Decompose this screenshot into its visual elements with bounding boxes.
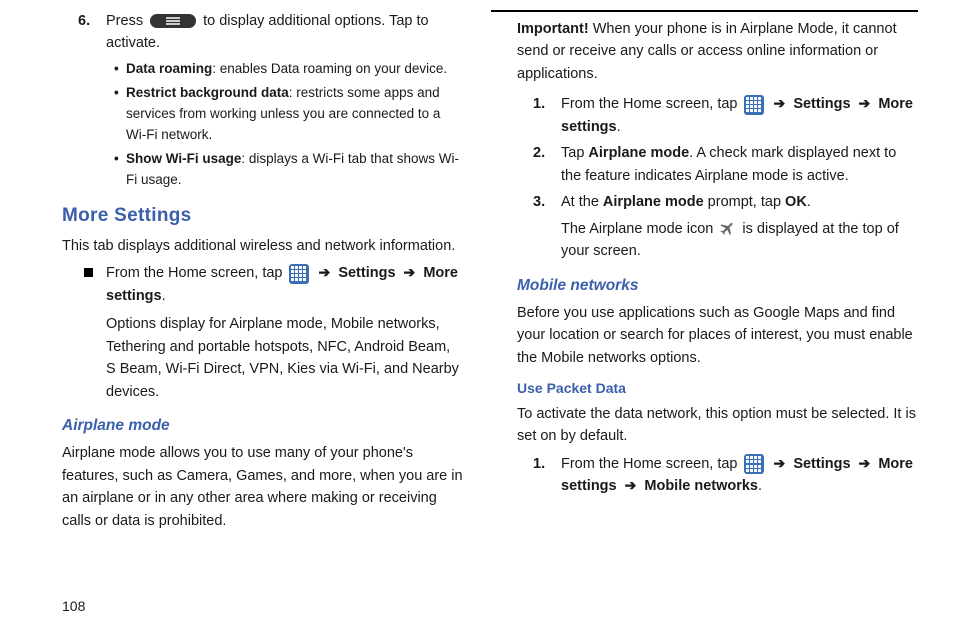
- settings-label: Settings: [793, 96, 850, 112]
- bullet-text: : enables Data roaming on your device.: [212, 61, 447, 76]
- mobile-networks-label: Mobile networks: [644, 478, 758, 494]
- apps-icon: [744, 454, 764, 474]
- end-text: .: [807, 194, 811, 210]
- more-settings-intro: This tab displays additional wireless an…: [36, 235, 463, 257]
- bullet-wifi-usage: Show Wi-Fi usage: displays a Wi-Fi tab t…: [36, 149, 463, 191]
- ok-label: OK: [785, 194, 807, 210]
- bullet-bold: Restrict background data: [126, 85, 289, 100]
- text-pre: From the Home screen, tap: [561, 456, 742, 472]
- packet-para: To activate the data network, this optio…: [491, 403, 918, 448]
- step-6: 6. Press to display additional options. …: [36, 10, 463, 55]
- step-number: 6.: [78, 10, 90, 32]
- important-label: Important!: [517, 21, 589, 37]
- airplane-mode-label: Airplane mode: [603, 194, 704, 210]
- menu-icon: [150, 14, 196, 28]
- airplane-mode-label: Airplane mode: [588, 145, 689, 161]
- more-settings-step: From the Home screen, tap ➔ Settings ➔ M…: [36, 262, 463, 307]
- arrow-icon: ➔: [774, 453, 786, 475]
- right-step-2: 2. Tap Airplane mode. A check mark displ…: [491, 142, 918, 187]
- bullet-restrict-bg: Restrict background data: restricts some…: [36, 83, 463, 146]
- step-number: 1.: [533, 93, 545, 115]
- settings-label: Settings: [793, 456, 850, 472]
- at-text: At the: [561, 194, 603, 210]
- settings-label: Settings: [338, 265, 395, 281]
- step-number: 2.: [533, 142, 545, 164]
- tap-text: Tap: [561, 145, 588, 161]
- apps-icon: [744, 95, 764, 115]
- apps-icon: [289, 264, 309, 284]
- bullet-bold: Data roaming: [126, 61, 212, 76]
- right-step-3: 3. At the Airplane mode prompt, tap OK.: [491, 191, 918, 213]
- step-number: 3.: [533, 191, 545, 213]
- packet-step-1: 1. From the Home screen, tap ➔ Settings …: [491, 453, 918, 498]
- airplane-icon: [719, 220, 736, 237]
- arrow-icon: ➔: [859, 453, 871, 475]
- bullet-data-roaming: Data roaming: enables Data roaming on yo…: [36, 59, 463, 80]
- heading-more-settings: More Settings: [36, 201, 463, 230]
- arrow-icon: ➔: [625, 475, 637, 497]
- text-pre: The Airplane mode icon: [561, 221, 717, 237]
- right-column: Important! When your phone is in Airplan…: [491, 10, 918, 618]
- arrow-icon: ➔: [774, 93, 786, 115]
- text-pre: From the Home screen, tap: [106, 265, 287, 281]
- options-text: Options display for Airplane mode, Mobil…: [36, 313, 463, 403]
- page-number: 108: [36, 596, 463, 618]
- bullet-bold: Show Wi-Fi usage: [126, 151, 241, 166]
- airplane-para: Airplane mode allows you to use many of …: [36, 442, 463, 532]
- plane-icon-line: The Airplane mode icon is displayed at t…: [491, 218, 918, 263]
- text-pre: From the Home screen, tap: [561, 96, 742, 112]
- left-column: 6. Press to display additional options. …: [36, 10, 463, 618]
- step-number: 1.: [533, 453, 545, 475]
- mid-text: prompt, tap: [708, 194, 785, 210]
- right-step-1: 1. From the Home screen, tap ➔ Settings …: [491, 93, 918, 138]
- arrow-icon: ➔: [319, 262, 331, 284]
- arrow-icon: ➔: [859, 93, 871, 115]
- heading-airplane-mode: Airplane mode: [36, 414, 463, 438]
- important-note: Important! When your phone is in Airplan…: [491, 18, 918, 85]
- arrow-icon: ➔: [404, 262, 416, 284]
- step-text-before: Press: [106, 13, 147, 29]
- mobile-para: Before you use applications such as Goog…: [491, 302, 918, 369]
- heading-mobile-networks: Mobile networks: [491, 274, 918, 298]
- heading-use-packet-data: Use Packet Data: [491, 378, 918, 400]
